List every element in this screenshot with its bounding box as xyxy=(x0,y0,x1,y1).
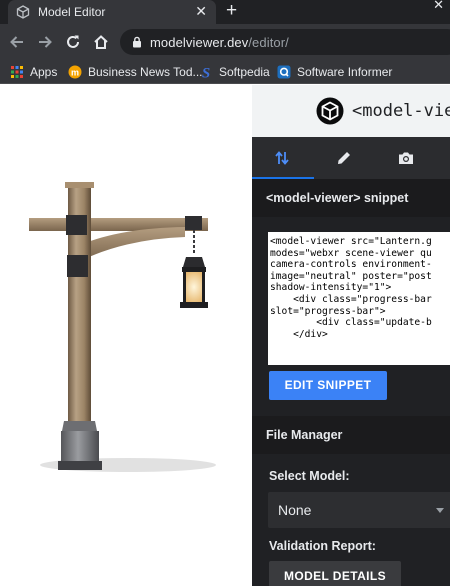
code-line: camera-controls environment- xyxy=(270,259,432,271)
validation-report-label: Validation Report: xyxy=(269,539,376,553)
tab-arrange[interactable] xyxy=(252,137,312,179)
model-viewer-logo-icon xyxy=(316,97,344,125)
bookmark-software-informer[interactable]: Software Informer xyxy=(277,63,392,81)
panel-header: <model-viewer xyxy=(252,85,450,137)
url-host: modelviewer.dev xyxy=(150,35,249,50)
tab-camera[interactable] xyxy=(376,137,436,179)
browser-tab-strip: Model Editor ✕ + ✕ xyxy=(0,0,450,24)
model-select-value: None xyxy=(278,502,312,518)
code-line: </div> xyxy=(270,328,328,340)
lantern-post-model[interactable] xyxy=(0,85,252,586)
browser-toolbar: modelviewer.dev/editor/ xyxy=(0,24,450,60)
file-manager-heading: File Manager xyxy=(266,428,343,442)
file-manager-section-header[interactable]: File Manager xyxy=(252,416,450,454)
bookmark-softpedia[interactable]: S Softpedia xyxy=(199,63,270,81)
pencil-icon xyxy=(338,152,350,164)
lock-icon xyxy=(133,36,141,48)
bookmark-apps[interactable]: Apps xyxy=(10,63,57,81)
bookmark-business-news[interactable]: m Business News Tod... xyxy=(68,63,203,81)
model-select[interactable]: None xyxy=(268,492,450,528)
address-bar[interactable]: modelviewer.dev/editor/ xyxy=(120,29,450,55)
bookmark-label: Software Informer xyxy=(297,65,393,79)
bookmark-label: Business News Tod... xyxy=(88,65,203,79)
back-arrow-icon[interactable] xyxy=(8,33,26,51)
dropdown-caret-icon xyxy=(436,508,444,513)
code-line: modes="webxr scene-viewer qu xyxy=(270,247,432,259)
svg-text:m: m xyxy=(71,68,79,78)
code-line: <div class="update-b xyxy=(270,317,432,329)
tab-title: Model Editor xyxy=(38,5,106,19)
softpedia-icon: S xyxy=(202,66,210,80)
tab-edit[interactable] xyxy=(314,137,374,179)
code-line: shadow-intensity="1"> xyxy=(270,282,392,294)
code-line: slot="progress-bar"> xyxy=(270,305,386,317)
tab-close-icon[interactable]: ✕ xyxy=(195,3,207,19)
snippet-section-header[interactable]: <model-viewer> snippet xyxy=(252,179,450,217)
bookmarks-bar: Apps m Business News Tod... S Softpedia … xyxy=(0,60,450,84)
panel-title: <model-viewer xyxy=(352,101,450,121)
bookmark-label: Softpedia xyxy=(219,65,270,79)
bookmark-label: Apps xyxy=(30,65,58,79)
swap-vertical-icon xyxy=(275,151,289,165)
forward-arrow-icon[interactable] xyxy=(36,33,54,51)
snippet-code-box[interactable]: <model-viewer src="Lantern.g modes="webx… xyxy=(268,232,450,365)
cube-favicon-icon xyxy=(16,5,30,19)
model-details-button[interactable]: MODEL DETAILS xyxy=(269,561,401,586)
select-model-label: Select Model: xyxy=(269,469,350,483)
svg-text:S: S xyxy=(202,66,210,80)
reload-icon[interactable] xyxy=(64,33,82,51)
apps-grid-icon xyxy=(11,66,23,78)
edit-snippet-button[interactable]: EDIT SNIPPET xyxy=(269,371,387,400)
new-tab-button[interactable]: + xyxy=(226,1,237,21)
url-text: modelviewer.dev/editor/ xyxy=(150,35,289,50)
code-line: image="neutral" poster="post xyxy=(270,270,432,282)
browser-tab-model-editor[interactable]: Model Editor ✕ xyxy=(8,0,216,24)
url-path: /editor/ xyxy=(248,35,289,50)
editor-panel: <model-viewer <model-viewer> snippet <mo xyxy=(252,85,450,586)
camera-icon xyxy=(399,152,413,164)
code-line: <model-viewer src="Lantern.g xyxy=(270,236,432,247)
window-close-icon[interactable]: ✕ xyxy=(433,0,444,13)
editor-tabs xyxy=(252,137,450,179)
home-icon[interactable] xyxy=(92,33,110,51)
model-viewer-canvas[interactable] xyxy=(0,85,252,586)
code-line: <div class="progress-bar xyxy=(270,293,432,305)
business-news-icon: m xyxy=(68,65,82,79)
software-informer-icon xyxy=(277,65,291,79)
snippet-heading: <model-viewer> snippet xyxy=(266,191,409,205)
